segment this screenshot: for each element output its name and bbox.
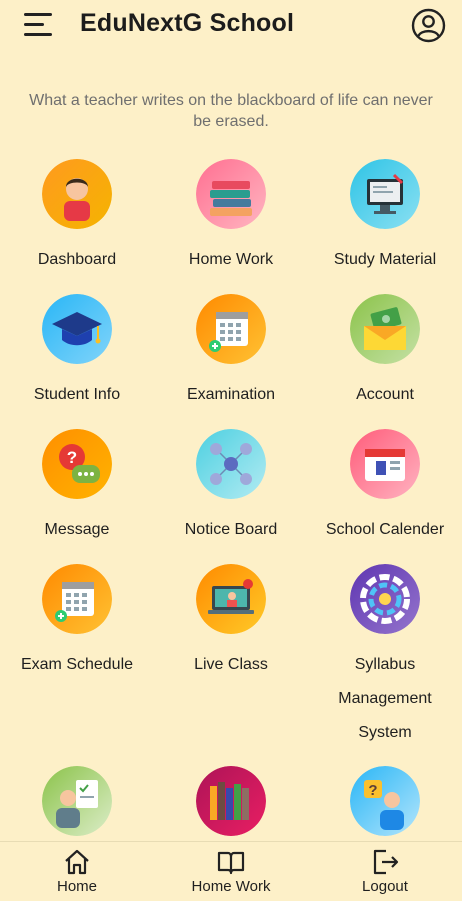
tile-school-calender[interactable]: School Calender [308, 429, 462, 547]
bottom-navigation: Home Home Work Logout [0, 841, 462, 901]
tile-question-person[interactable]: ? [308, 766, 462, 850]
nav-home-work[interactable]: Home Work [154, 848, 308, 895]
graduation-cap-icon [42, 294, 112, 364]
tile-label: Exam Schedule [20, 656, 134, 673]
nav-home-label: Home [56, 878, 97, 895]
tile-label: Message [44, 521, 110, 538]
tile-student-info[interactable]: Student Info [0, 294, 154, 412]
teacher-checklist-icon [42, 766, 112, 836]
tile-label: Syllabus Management System [338, 656, 432, 741]
network-people-icon [196, 429, 266, 499]
library-books-icon [196, 766, 266, 836]
calendar-add-icon [42, 564, 112, 634]
tile-home-work[interactable]: Home Work [154, 159, 308, 277]
svg-text:?: ? [67, 448, 77, 467]
tile-message[interactable]: ? Message [0, 429, 154, 547]
module-grid: Dashboard Home Work Study Material Stude… [0, 0, 462, 840]
tile-label: Study Material [333, 251, 437, 268]
tile-label: Dashboard [37, 251, 117, 268]
nav-logout-label: Logout [362, 878, 408, 895]
calendar-board-icon [350, 429, 420, 499]
books-stack-icon [196, 159, 266, 229]
student-avatar-icon [42, 159, 112, 229]
tile-syllabus-management-system[interactable]: Syllabus Management System [308, 564, 462, 750]
nav-home-work-label: Home Work [191, 878, 271, 895]
tile-label: Account [356, 386, 414, 403]
question-person-icon: ? [350, 766, 420, 836]
tile-dashboard[interactable]: Dashboard [0, 159, 154, 277]
tile-study-material[interactable]: Study Material [308, 159, 462, 277]
logout-icon [373, 849, 399, 875]
open-book-icon [217, 851, 245, 875]
tile-exam-schedule[interactable]: Exam Schedule [0, 564, 154, 682]
tile-label: Live Class [194, 656, 268, 673]
calendar-add-icon [196, 294, 266, 364]
home-icon [65, 849, 89, 875]
tile-label: Student Info [33, 386, 121, 403]
computer-study-icon [350, 159, 420, 229]
nav-logout[interactable]: Logout [308, 848, 462, 895]
radial-chart-icon [350, 564, 420, 634]
chat-question-icon: ? [42, 429, 112, 499]
tile-label: Home Work [188, 251, 274, 268]
tile-live-class[interactable]: Live Class [154, 564, 308, 682]
tile-library[interactable] [154, 766, 308, 850]
svg-text:?: ? [368, 782, 377, 799]
tile-teacher-checklist[interactable] [0, 766, 154, 850]
tile-examination[interactable]: Examination [154, 294, 308, 412]
laptop-teacher-icon [196, 564, 266, 634]
tile-label: Examination [186, 386, 276, 403]
tile-label: Notice Board [184, 521, 278, 538]
money-envelope-icon [350, 294, 420, 364]
nav-home[interactable]: Home [0, 848, 154, 895]
tile-account[interactable]: Account [308, 294, 462, 412]
tile-label: School Calender [325, 521, 445, 538]
tile-notice-board[interactable]: Notice Board [154, 429, 308, 547]
